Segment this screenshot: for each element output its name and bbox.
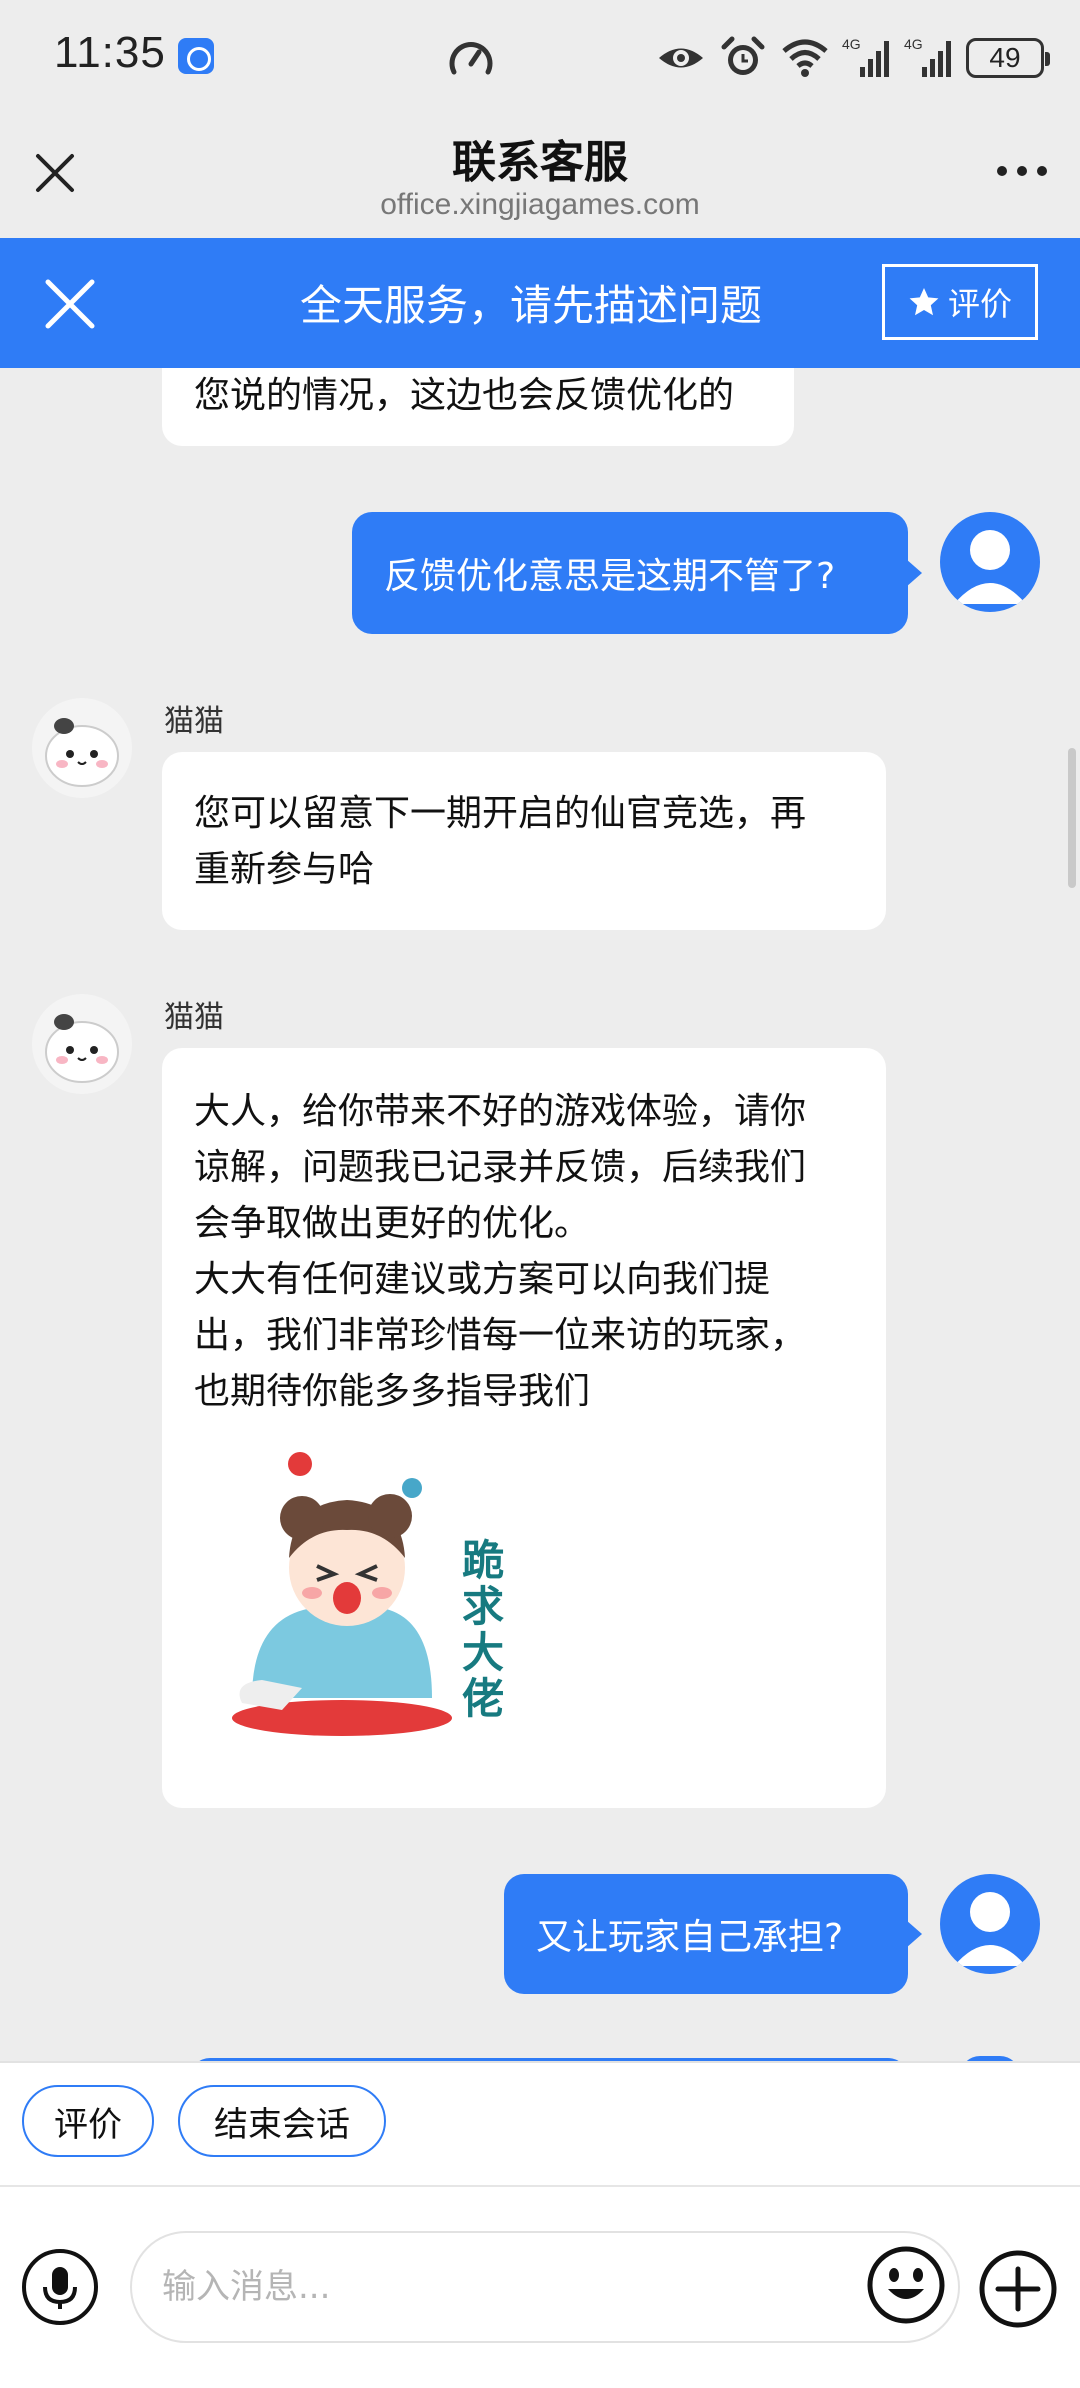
user-avatar[interactable] <box>940 512 1040 612</box>
page-url: office.xingjiagames.com <box>380 188 700 221</box>
status-icons: 4G 4G 49 <box>656 30 1050 86</box>
rate-button-label: 评价 <box>947 285 1012 323</box>
agent-avatar[interactable] <box>32 698 132 798</box>
message-line: 谅解，问题我已记录并反馈，后续我们 <box>194 1147 807 1188</box>
quick-rate-button[interactable]: 评价 <box>22 2085 154 2157</box>
agent-name: 猫猫 <box>164 704 224 739</box>
agent-avatar[interactable] <box>32 994 132 1094</box>
voice-input-button[interactable] <box>22 2249 98 2325</box>
service-banner: 全天服务，请先描述问题 评价 <box>0 238 1080 368</box>
sticker-image[interactable]: 跪求大佬 <box>212 1448 532 1748</box>
banner-text: 全天服务，请先描述问题 <box>300 281 763 330</box>
emoji-icon[interactable] <box>866 2245 946 2325</box>
message-line: 大人，给你带来不好的游戏体验，请你 <box>194 1091 807 1132</box>
message-text: 又让玩家自己承担? <box>536 1917 844 1958</box>
end-session-button[interactable]: 结束会话 <box>178 2085 386 2157</box>
sticker-caption: 跪求大佬 <box>462 1536 505 1723</box>
rate-button[interactable]: 评价 <box>882 264 1038 340</box>
message-input[interactable] <box>130 2231 960 2343</box>
page-title: 联系客服 <box>452 137 628 188</box>
user-message: 又让玩家自己承担? <box>504 1874 922 1994</box>
alarm-icon <box>721 36 765 75</box>
message-line: 会争取做出更好的优化。 <box>194 1203 591 1244</box>
eye-icon <box>659 48 703 68</box>
4g-signal-icon: 4G <box>842 36 889 77</box>
scrollbar[interactable] <box>1068 748 1076 888</box>
message-line: 重新参与哈 <box>194 849 375 890</box>
chat-area[interactable]: 您说的情况，这边也会反馈优化的 反馈优化意思是这期不管了? 猫猫 您可以留意下一… <box>0 368 1080 2061</box>
agent-message: 您可以留意下一期开启的仙官竞选，再 重新参与哈 <box>162 752 886 930</box>
message-line: 出，我们非常珍惜每一位来访的玩家， <box>194 1315 807 1356</box>
svg-text:4G: 4G <box>842 36 861 52</box>
user-silhouette-icon <box>954 530 1026 604</box>
agent-message: 大人，给你带来不好的游戏体验，请你 谅解，问题我已记录并反馈，后续我们 会争取做… <box>162 1048 886 1808</box>
message-line: 您可以留意下一期开启的仙官竞选，再 <box>194 793 807 834</box>
agent-message: 您说的情况，这边也会反馈优化的 <box>162 368 794 446</box>
user-silhouette-icon <box>954 1892 1026 1966</box>
close-icon[interactable] <box>42 276 98 332</box>
app-notification-icon <box>178 38 214 74</box>
user-avatar[interactable] <box>940 1874 1040 1974</box>
input-bar <box>0 2185 1080 2388</box>
plus-icon[interactable] <box>978 2249 1058 2329</box>
more-options-icon[interactable] <box>994 156 1050 186</box>
4g-signal-icon: 4G <box>904 36 951 77</box>
battery-indicator: 49 <box>966 38 1050 78</box>
cat-avatar-icon <box>45 1014 119 1083</box>
message-text: 您说的情况，这边也会反馈优化的 <box>194 375 735 416</box>
status-bar: 11:35 4G 4G 49 <box>0 0 1080 120</box>
message-line: 也期待你能多多指导我们 <box>194 1371 591 1412</box>
message-text: 反馈优化意思是这期不管了? <box>384 556 836 597</box>
star-icon <box>909 288 939 316</box>
cat-avatar-icon <box>45 718 119 787</box>
quick-actions-bar: 评价 结束会话 <box>0 2061 1080 2185</box>
svg-text:4G: 4G <box>904 36 923 52</box>
speed-gauge-icon <box>449 42 493 75</box>
wifi-icon <box>782 39 828 77</box>
nav-bar: 联系客服 office.xingjiagames.com <box>0 120 1080 238</box>
agent-name: 猫猫 <box>164 1000 224 1035</box>
microphone-icon <box>43 2267 77 2309</box>
status-time: 11:35 <box>54 28 166 77</box>
message-line: 大大有任何建议或方案可以向我们提 <box>194 1259 771 1300</box>
user-message: 反馈优化意思是这期不管了? <box>352 512 922 634</box>
